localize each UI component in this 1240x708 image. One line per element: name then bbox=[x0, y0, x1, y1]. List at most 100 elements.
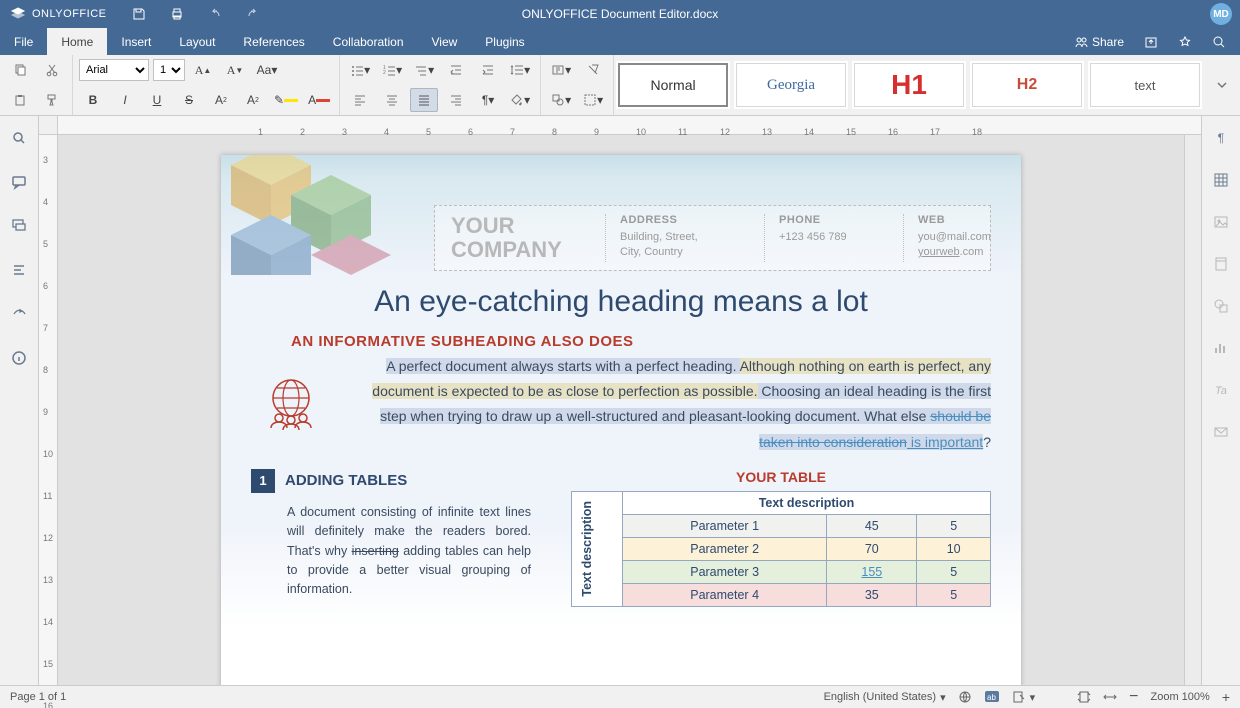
share-button[interactable]: Share bbox=[1066, 35, 1132, 49]
tab-layout[interactable]: Layout bbox=[165, 28, 229, 55]
align-left-button[interactable] bbox=[346, 88, 374, 112]
underline-button[interactable]: U bbox=[143, 88, 171, 112]
select-all-button[interactable]: ▾ bbox=[579, 88, 607, 112]
cut-button[interactable] bbox=[38, 58, 66, 82]
shape-settings-button[interactable] bbox=[1209, 294, 1233, 318]
font-name-select[interactable]: Arial bbox=[79, 59, 149, 81]
highlight-color-button[interactable]: ✎ bbox=[271, 88, 301, 112]
undo-button[interactable] bbox=[196, 0, 234, 28]
increase-indent-icon bbox=[481, 63, 495, 77]
style-h2[interactable]: H2 bbox=[970, 61, 1084, 109]
phone-value: +123 456 789 bbox=[779, 230, 889, 245]
style-georgia[interactable]: Georgia bbox=[734, 61, 848, 109]
language-select[interactable]: English (United States) ▾ bbox=[824, 691, 946, 704]
insert-shape-button[interactable]: ▾ bbox=[547, 88, 575, 112]
increase-indent-button[interactable] bbox=[474, 58, 502, 82]
tab-home[interactable]: Home bbox=[47, 28, 107, 55]
zoom-label[interactable]: Zoom 100% bbox=[1151, 691, 1210, 703]
user-avatar[interactable]: MD bbox=[1210, 3, 1232, 25]
style-h1[interactable]: H1 bbox=[852, 61, 966, 109]
navigation-button[interactable] bbox=[7, 258, 31, 282]
page-area[interactable]: YOUR COMPANY ADDRESS Building, Street, C… bbox=[58, 135, 1184, 685]
paste-button[interactable] bbox=[6, 88, 34, 112]
change-case-button[interactable]: Aa▾ bbox=[253, 58, 281, 82]
fit-width-button[interactable] bbox=[1103, 690, 1117, 704]
redo-button[interactable] bbox=[234, 0, 272, 28]
style-text[interactable]: text bbox=[1088, 61, 1202, 109]
spellcheck-toggle[interactable]: ab bbox=[984, 690, 1000, 704]
tab-file[interactable]: File bbox=[0, 28, 47, 55]
line-spacing-button[interactable]: ▾ bbox=[506, 58, 534, 82]
favorite-button[interactable] bbox=[1170, 28, 1200, 55]
chevron-down-icon bbox=[1216, 79, 1228, 91]
style-gallery: Normal Georgia H1 H2 text bbox=[614, 55, 1240, 115]
tab-references[interactable]: References bbox=[229, 28, 318, 55]
fit-page-button[interactable] bbox=[1077, 690, 1091, 704]
font-color-button[interactable]: A bbox=[305, 88, 333, 112]
paste-icon bbox=[13, 93, 27, 107]
print-button[interactable] bbox=[158, 0, 196, 28]
save-button[interactable] bbox=[120, 0, 158, 28]
number-list-button[interactable]: 12▾ bbox=[378, 58, 406, 82]
app-logo[interactable]: ONLYOFFICE bbox=[0, 0, 120, 28]
decrease-font-button[interactable]: A▼ bbox=[221, 58, 249, 82]
zoom-out-button[interactable]: − bbox=[1129, 688, 1138, 706]
image-settings-button[interactable] bbox=[1209, 210, 1233, 234]
textart-settings-button[interactable]: Ta bbox=[1209, 378, 1233, 402]
align-justify-button[interactable] bbox=[410, 88, 438, 112]
table-row: Parameter 1455 bbox=[572, 514, 991, 537]
tab-insert[interactable]: Insert bbox=[107, 28, 165, 55]
page-indicator[interactable]: Page 1 of 1 bbox=[10, 691, 66, 703]
tab-collaboration[interactable]: Collaboration bbox=[319, 28, 418, 55]
chevron-down-icon: ▾ bbox=[940, 691, 946, 704]
onlyoffice-icon bbox=[10, 6, 26, 22]
subscript-button[interactable]: A2 bbox=[239, 88, 267, 112]
format-painter-button[interactable] bbox=[38, 88, 66, 112]
spellcheck-button[interactable] bbox=[958, 690, 972, 704]
vertical-scrollbar[interactable] bbox=[1184, 135, 1201, 685]
chat-button[interactable] bbox=[7, 214, 31, 238]
table-settings-button[interactable] bbox=[1209, 168, 1233, 192]
bullet-list-button[interactable]: ▾ bbox=[346, 58, 374, 82]
paragraph-mark-button[interactable]: ¶▾ bbox=[474, 88, 502, 112]
trackchanges-button[interactable]: ▾ bbox=[1012, 690, 1036, 704]
open-location-icon bbox=[1144, 35, 1158, 49]
zoom-in-button[interactable]: + bbox=[1222, 689, 1230, 705]
multilevel-list-button[interactable]: ▾ bbox=[410, 58, 438, 82]
phone-caption: PHONE bbox=[779, 214, 889, 226]
bold-button[interactable]: B bbox=[79, 88, 107, 112]
font-size-select[interactable]: 11 bbox=[153, 59, 185, 81]
align-center-button[interactable] bbox=[378, 88, 406, 112]
align-right-button[interactable] bbox=[442, 88, 470, 112]
feedback-button[interactable] bbox=[7, 302, 31, 326]
about-button[interactable] bbox=[7, 346, 31, 370]
shading-button[interactable]: ▾ bbox=[506, 88, 534, 112]
web-caption: WEB bbox=[918, 214, 991, 226]
mailmerge-button[interactable] bbox=[1209, 420, 1233, 444]
vertical-ruler[interactable]: 345678910111213141516 bbox=[39, 135, 58, 685]
copy-button[interactable] bbox=[6, 58, 34, 82]
tab-plugins[interactable]: Plugins bbox=[471, 28, 538, 55]
insert-field-button[interactable]: ▾ bbox=[547, 58, 575, 82]
globe-icon bbox=[958, 690, 972, 704]
italic-button[interactable]: I bbox=[111, 88, 139, 112]
decrease-indent-button[interactable] bbox=[442, 58, 470, 82]
tab-view[interactable]: View bbox=[418, 28, 472, 55]
style-expand-button[interactable] bbox=[1204, 55, 1240, 115]
doc-heading-2: AN INFORMATIVE SUBHEADING ALSO DOES bbox=[291, 333, 991, 350]
open-location-button[interactable] bbox=[1136, 28, 1166, 55]
comments-button[interactable] bbox=[7, 170, 31, 194]
horizontal-ruler[interactable]: 123456789101112131415161718 bbox=[39, 116, 1201, 135]
superscript-button[interactable]: A2 bbox=[207, 88, 235, 112]
search-button[interactable] bbox=[1204, 28, 1234, 55]
clear-style-button[interactable] bbox=[579, 58, 607, 82]
right-rail: ¶ Ta bbox=[1201, 116, 1240, 685]
strikethrough-button[interactable]: S bbox=[175, 88, 203, 112]
find-button[interactable] bbox=[7, 126, 31, 150]
header-footer-button[interactable] bbox=[1209, 252, 1233, 276]
chart-settings-button[interactable] bbox=[1209, 336, 1233, 360]
header-footer-icon bbox=[1213, 256, 1229, 272]
style-normal[interactable]: Normal bbox=[616, 61, 730, 109]
increase-font-button[interactable]: A▲ bbox=[189, 58, 217, 82]
paragraph-settings-button[interactable]: ¶ bbox=[1209, 126, 1233, 150]
